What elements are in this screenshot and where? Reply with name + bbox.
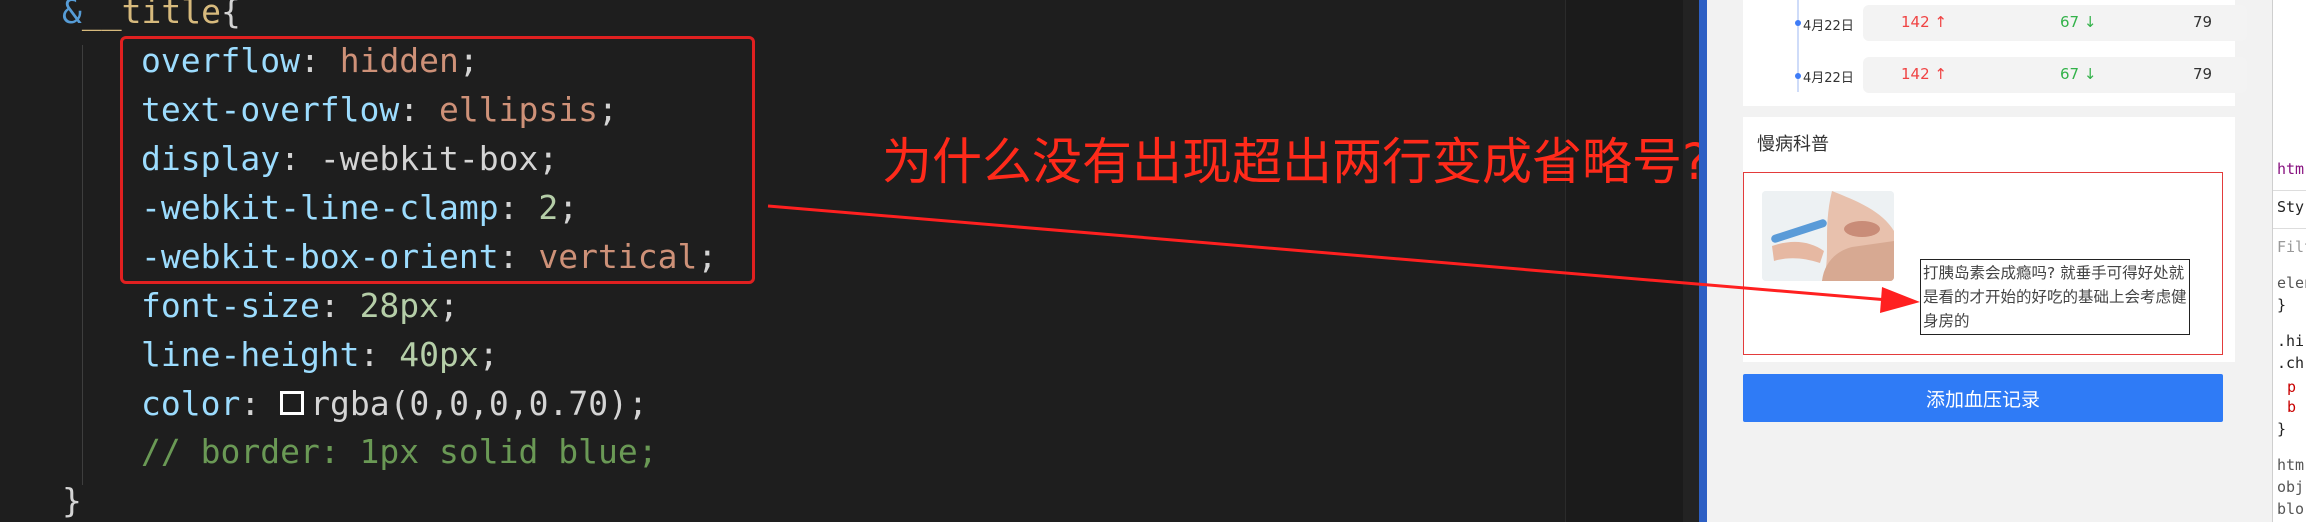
systolic-value: 142 ↑ <box>1901 65 1947 83</box>
devtools-text: blo <box>2277 500 2305 518</box>
devtools-element-style: elen <box>2277 274 2306 292</box>
devtools-text: obj <box>2277 478 2305 496</box>
devtools-text: } <box>2277 420 2287 438</box>
bp-row[interactable]: 142 ↑ 67 ↓ 79 <box>1863 57 2247 93</box>
add-bp-record-button[interactable]: 添加血压记录 <box>1743 374 2223 422</box>
devtools-text: } <box>2277 296 2287 314</box>
article-item[interactable]: 打胰岛素会成瘾吗? 就垂手可得好处就是看的才开始的好吃的基础上会考虑健身房的 <box>1743 172 2223 355</box>
code-line-selector: &__title{ <box>62 0 241 31</box>
bp-row[interactable]: 142 ↑ 67 ↓ 79 <box>1863 5 2247 41</box>
systolic-value: 142 ↑ <box>1901 13 1947 31</box>
timeline-dot <box>1795 20 1801 26</box>
code-line-line-height: line-height: 40px; <box>141 335 499 374</box>
bp-date: 4月22日 <box>1803 19 1854 34</box>
devtools-panel[interactable]: htm Sty Filte elen } .hi .ch p b } htm o… <box>2272 0 2306 522</box>
highlight-box <box>120 36 755 284</box>
preview-border <box>1699 0 1707 522</box>
annotation-question: 为什么没有出现超出两行变成省略号? <box>882 133 1709 191</box>
code-editor[interactable]: &__title{ overflow: hidden; text-overflo… <box>0 0 1565 522</box>
devtools-prop: b <box>2287 398 2297 416</box>
indent-guide <box>82 45 83 485</box>
diastolic-value: 67 ↓ <box>2060 65 2097 83</box>
pulse-value: 79 <box>2193 13 2213 31</box>
code-line-font-size: font-size: 28px; <box>141 286 459 325</box>
minimap[interactable] <box>1565 0 1684 522</box>
devtools-prop: p <box>2287 378 2297 396</box>
code-line-comment: // border: 1px solid blue; <box>141 432 658 471</box>
article-title: 打胰岛素会成瘾吗? 就垂手可得好处就是看的才开始的好吃的基础上会考虑健身房的 <box>1920 259 2190 335</box>
arrow-up-icon: ↑ <box>1934 13 1947 31</box>
devtools-styles-tab[interactable]: Sty <box>2277 198 2304 216</box>
editor-scrollbar[interactable] <box>1683 0 1699 522</box>
insulin-injection-image <box>1762 191 1894 281</box>
section-title: 慢病科普 <box>1757 134 1829 155</box>
code-line-close-brace: } <box>62 481 82 520</box>
bp-date: 4月22日 <box>1803 71 1854 86</box>
color-swatch-icon[interactable] <box>280 390 305 415</box>
timeline-dot <box>1795 73 1801 79</box>
devtools-html-tag[interactable]: htm <box>2277 160 2304 178</box>
devtools-text: htm <box>2277 456 2305 474</box>
pulse-value: 79 <box>2193 65 2213 83</box>
arrow-up-icon: ↑ <box>1934 65 1947 83</box>
arrow-down-icon: ↓ <box>2083 13 2097 31</box>
devtools-filter-input[interactable]: Filte <box>2277 238 2306 256</box>
diastolic-value: 67 ↓ <box>2060 13 2097 31</box>
devtools-selector: .ch <box>2277 354 2305 372</box>
devtools-selector: .hi <box>2277 332 2305 350</box>
article-thumbnail <box>1762 191 1894 281</box>
bp-record-card: 4月22日 142 ↑ 67 ↓ 79 4月22日 142 ↑ 67 ↓ 79 <box>1743 0 2247 106</box>
arrow-down-icon: ↓ <box>2083 65 2097 83</box>
code-line-color: color: rgba(0,0,0,0.70); <box>141 384 648 423</box>
